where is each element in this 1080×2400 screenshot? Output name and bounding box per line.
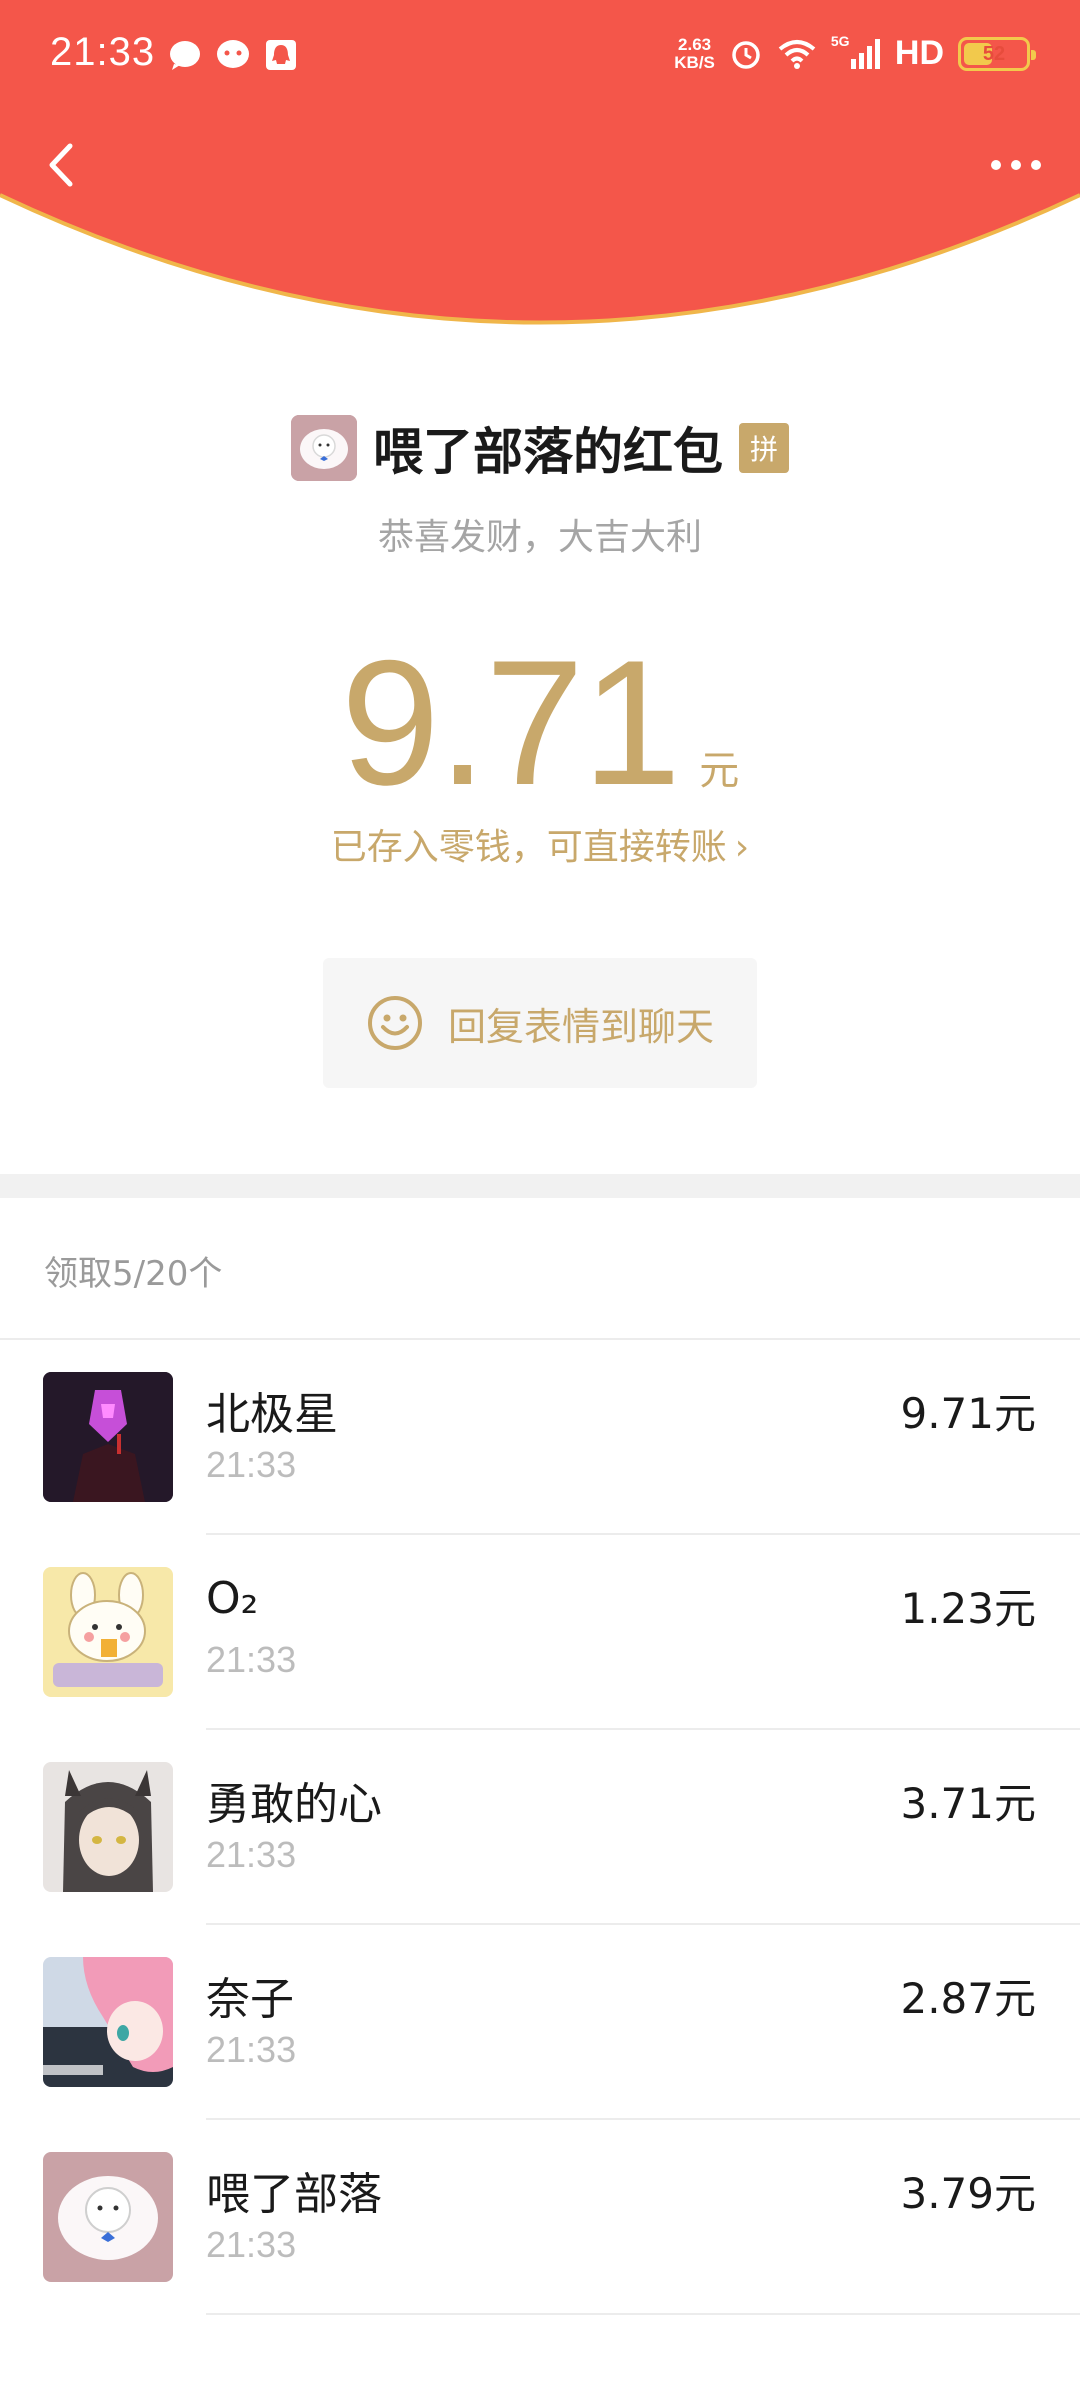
claim-time: 21:33 [206, 2224, 297, 2265]
avatar[interactable] [43, 2152, 173, 2282]
status-right-group: 2.63 KB/S 5G HD 52 [674, 33, 1036, 73]
hd-indicator: HD [894, 34, 944, 72]
wallet-link[interactable]: 已存入零钱，可直接转账 › [0, 818, 1080, 870]
avatar-image [43, 1957, 173, 2087]
network-speed: 2.63 KB/S [674, 34, 715, 72]
message-bubble-icon [170, 41, 200, 70]
claim-summary: 领取5/20个 [44, 1254, 223, 1294]
notification-icons [168, 38, 298, 72]
avatar-image [43, 1372, 173, 1502]
avatar[interactable] [43, 1372, 173, 1502]
amount-row: 9.71 元 [0, 620, 1080, 825]
chevron-right-icon: › [734, 827, 750, 868]
blessing-text: 恭喜发财，大吉大利 [377, 517, 702, 558]
wechat-icon [217, 40, 249, 68]
avatar[interactable] [43, 1957, 173, 2087]
claim-amount: 9.71元 [900, 1389, 1036, 1438]
battery-nub [1031, 49, 1036, 60]
claim-amount: 2.87元 [900, 1974, 1036, 2023]
avatar-image [43, 2152, 173, 2282]
list-item[interactable]: 北极星 21:33 9.71元 [0, 1340, 1080, 1535]
claim-amount: 3.79元 [900, 2169, 1036, 2218]
wifi-icon [778, 39, 816, 69]
more-dots-icon[interactable] [976, 130, 1056, 200]
battery-indicator: 52 [958, 36, 1036, 71]
claim-amount: 3.71元 [900, 1779, 1036, 1828]
avatar[interactable] [43, 1762, 173, 1892]
chevron-left-icon[interactable] [26, 130, 96, 200]
red-packet-detail-page: 21:33 2.63 KB/S 5G HD 52 喂了部落的红包 拼 恭喜发财，… [0, 0, 1080, 2400]
claim-time: 21:33 [206, 1639, 297, 1680]
claims-list: 北极星 21:33 9.71元 O₂ 21:33 1.23元 勇敢的心 21:3… [0, 1340, 1080, 2315]
net-speed-value: 2.63 [678, 34, 712, 54]
avatar[interactable] [43, 1567, 173, 1697]
alarm-icon [732, 40, 760, 69]
wallet-note: 已存入零钱，可直接转账 [330, 827, 727, 868]
list-item[interactable]: 勇敢的心 21:33 3.71元 [0, 1730, 1080, 1925]
avatar-image [43, 1567, 173, 1697]
claim-time: 21:33 [206, 2029, 297, 2070]
claimer-name: 勇敢的心 [206, 1779, 382, 1830]
status-time: 21:33 [50, 30, 156, 74]
avatar-image [43, 1762, 173, 1892]
net-speed-unit: KB/S [674, 52, 715, 72]
pin-badge: 拼 [739, 423, 789, 473]
row-divider [206, 2313, 1080, 2315]
reply-label: 回复表情到聊天 [447, 1004, 714, 1049]
packet-title: 喂了部落的红包 [373, 423, 723, 481]
amount-value: 9.71 [340, 623, 681, 822]
claim-time: 21:33 [206, 1834, 297, 1875]
claimer-name: 奈子 [206, 1974, 294, 2025]
claim-time: 21:33 [206, 1444, 297, 1485]
claimer-name: 北极星 [206, 1389, 338, 1440]
sender-avatar[interactable] [291, 415, 357, 481]
section-divider [0, 1174, 1080, 1198]
qq-icon [266, 40, 296, 70]
avatar-image [291, 415, 357, 481]
amount-unit: 元 [699, 748, 740, 794]
list-item[interactable]: 奈子 21:33 2.87元 [0, 1925, 1080, 2120]
list-item[interactable]: 喂了部落 21:33 3.79元 [0, 2120, 1080, 2315]
reply-sticker-button[interactable]: 回复表情到聊天 [323, 958, 757, 1088]
sender-row: 喂了部落的红包 拼 [0, 412, 1080, 484]
claimer-name: O₂ [206, 1573, 259, 1624]
claim-amount: 1.23元 [900, 1584, 1036, 1633]
claimer-name: 喂了部落 [206, 2169, 382, 2220]
signal-bars [850, 38, 880, 69]
status-bar: 21:33 2.63 KB/S 5G HD 52 [0, 0, 1080, 110]
smiley-icon [367, 996, 422, 1050]
battery-level: 52 [982, 42, 1006, 65]
list-item[interactable]: O₂ 21:33 1.23元 [0, 1535, 1080, 1730]
signal-icon: 5G [831, 33, 881, 71]
